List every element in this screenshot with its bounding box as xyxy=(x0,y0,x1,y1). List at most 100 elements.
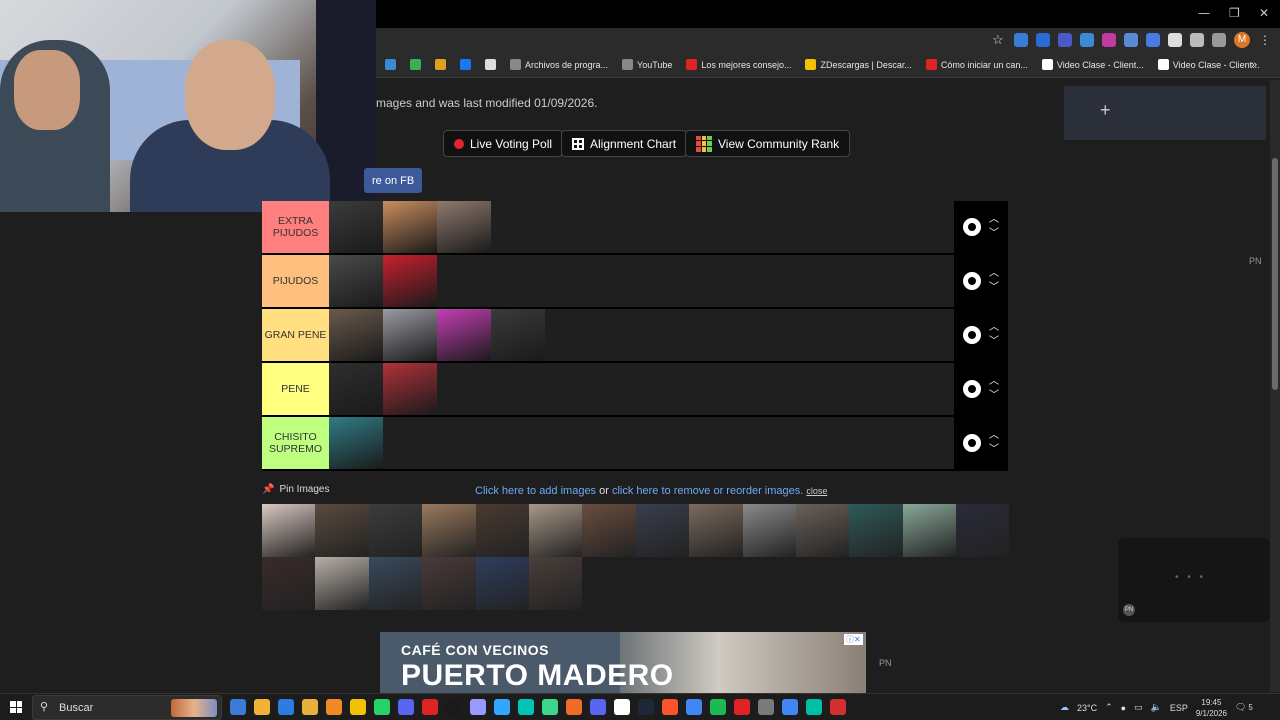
reading-list-icon[interactable] xyxy=(1212,33,1226,47)
extension-icon[interactable] xyxy=(1168,33,1182,47)
taskbar-app-icon[interactable] xyxy=(230,699,246,715)
bookmark-item[interactable]: Video Clase - Client... xyxy=(1041,59,1144,70)
profile-avatar[interactable]: M xyxy=(1234,32,1250,48)
ad-top-right[interactable] xyxy=(1064,86,1266,140)
tier-image-thumbnail[interactable] xyxy=(329,417,383,469)
taskbar-app-icon[interactable] xyxy=(806,699,822,715)
bookmark-item[interactable]: Archivos de progra... xyxy=(510,59,608,70)
tier-items[interactable] xyxy=(329,309,954,361)
taskbar-app-icon[interactable] xyxy=(734,699,750,715)
pool-image-thumbnail[interactable] xyxy=(422,504,476,557)
close-link[interactable]: close xyxy=(806,486,827,496)
tier-label[interactable]: PENE xyxy=(262,363,329,415)
taskbar-app-icon[interactable] xyxy=(830,699,846,715)
taskbar-app-icon[interactable] xyxy=(446,699,462,715)
menu-kebab-icon[interactable]: ⋮ xyxy=(1258,33,1272,47)
chevron-up-icon[interactable]: ︿ xyxy=(989,431,999,441)
pool-image-thumbnail[interactable] xyxy=(475,557,529,610)
chevron-down-icon[interactable]: ﹀ xyxy=(989,445,999,455)
bookmark-item[interactable]: ZDescargas | Descar... xyxy=(805,59,912,70)
pool-image-thumbnail[interactable] xyxy=(262,557,316,610)
gear-icon[interactable] xyxy=(963,272,981,290)
gear-icon[interactable] xyxy=(963,434,981,452)
clock[interactable]: 19:45 9/1/2026 xyxy=(1196,697,1227,719)
volume-icon[interactable]: 🔈 xyxy=(1151,702,1162,713)
taskbar-app-icon[interactable] xyxy=(326,699,342,715)
pool-image-thumbnail[interactable] xyxy=(795,504,850,557)
network-icon[interactable]: ▭ xyxy=(1134,702,1143,713)
chevron-up-icon[interactable]: ︿ xyxy=(989,215,999,225)
mic-icon[interactable]: ● xyxy=(1121,703,1126,713)
extension-icon[interactable] xyxy=(1124,33,1138,47)
extension-icon[interactable] xyxy=(1014,33,1028,47)
bookmark-item[interactable]: Los mejores consejo... xyxy=(686,59,791,70)
bookmark-icon[interactable] xyxy=(460,59,471,70)
windows-start-icon[interactable] xyxy=(10,701,22,713)
taskbar-app-icon[interactable] xyxy=(710,699,726,715)
pool-image-thumbnail[interactable] xyxy=(635,504,690,557)
tier-image-thumbnail[interactable] xyxy=(383,363,437,415)
bookmark-icon[interactable] xyxy=(435,59,446,70)
tier-image-thumbnail[interactable] xyxy=(329,201,383,253)
bookmark-icon[interactable] xyxy=(410,59,421,70)
pool-image-thumbnail[interactable] xyxy=(368,557,423,610)
pool-image-thumbnail[interactable] xyxy=(582,504,636,557)
taskbar-app-icon[interactable] xyxy=(254,699,270,715)
chevron-down-icon[interactable]: ﹀ xyxy=(989,337,999,347)
tier-image-thumbnail[interactable] xyxy=(329,309,383,361)
community-rank-button[interactable]: View Community Rank xyxy=(685,130,851,157)
extension-icon[interactable] xyxy=(1036,33,1050,47)
taskbar-app-icon[interactable] xyxy=(782,699,798,715)
chevron-down-icon[interactable]: ﹀ xyxy=(989,229,999,239)
gear-icon[interactable] xyxy=(963,218,981,236)
extension-icon[interactable] xyxy=(1058,33,1072,47)
tier-image-thumbnail[interactable] xyxy=(383,201,437,253)
remove-reorder-link[interactable]: click here to remove or reorder images. xyxy=(612,485,803,497)
add-images-link[interactable]: Click here to add images xyxy=(475,485,596,497)
pool-image-thumbnail[interactable] xyxy=(475,504,529,557)
taskbar-app-icon[interactable] xyxy=(374,699,390,715)
taskbar-app-icon[interactable] xyxy=(302,699,318,715)
pool-image-thumbnail[interactable] xyxy=(315,557,369,610)
pool-image-thumbnail[interactable] xyxy=(422,557,476,610)
tier-label[interactable]: PIJUDOS xyxy=(262,255,329,307)
star-bookmark-icon[interactable]: ☆ xyxy=(992,33,1006,47)
weather-icon[interactable]: ☁ xyxy=(1060,702,1069,713)
taskbar-app-icon[interactable] xyxy=(758,699,774,715)
tier-items[interactable] xyxy=(329,363,954,415)
taskbar-app-icon[interactable] xyxy=(518,699,534,715)
bookmark-icon[interactable] xyxy=(485,59,496,70)
taskbar-app-icon[interactable] xyxy=(614,699,630,715)
tier-image-thumbnail[interactable] xyxy=(491,309,545,361)
taskbar-app-icon[interactable] xyxy=(542,699,558,715)
taskbar-app-icon[interactable] xyxy=(470,699,486,715)
taskbar-app-icon[interactable] xyxy=(590,699,606,715)
extension-icon[interactable] xyxy=(1080,33,1094,47)
taskbar-app-icon[interactable] xyxy=(662,699,678,715)
tier-label[interactable]: EXTRA PIJUDOS xyxy=(262,201,329,253)
bottom-ad-banner[interactable]: CAFÉ CON VECINOS PUERTO MADERO xyxy=(380,632,866,694)
taskbar-app-icon[interactable] xyxy=(638,699,654,715)
taskbar-app-icon[interactable] xyxy=(350,699,366,715)
bookmark-icon[interactable] xyxy=(385,59,396,70)
page-scrollbar[interactable] xyxy=(1270,80,1280,692)
taskbar-app-icon[interactable] xyxy=(566,699,582,715)
alignment-chart-button[interactable]: Alignment Chart xyxy=(561,130,688,157)
chevron-up-icon[interactable]: ︿ xyxy=(989,323,999,333)
language-indicator[interactable]: ESP xyxy=(1170,703,1188,713)
pool-image-thumbnail[interactable] xyxy=(956,504,1010,557)
tier-image-thumbnail[interactable] xyxy=(383,309,437,361)
pool-image-thumbnail[interactable] xyxy=(368,504,423,557)
extension-icon[interactable] xyxy=(1102,33,1116,47)
chevron-up-icon[interactable]: ︿ xyxy=(989,269,999,279)
tier-label[interactable]: CHISITO SUPREMO xyxy=(262,417,329,469)
tier-image-thumbnail[interactable] xyxy=(437,201,491,253)
weather-temp[interactable]: 23°C xyxy=(1077,703,1097,713)
tier-image-thumbnail[interactable] xyxy=(437,309,491,361)
url-input[interactable] xyxy=(380,30,970,54)
minimize-button[interactable]: — xyxy=(1198,6,1210,20)
chevron-down-icon[interactable]: ﹀ xyxy=(989,391,999,401)
chevron-up-icon[interactable]: ︿ xyxy=(989,377,999,387)
pool-image-thumbnail[interactable] xyxy=(742,504,796,557)
bookmarks-more-button[interactable]: » xyxy=(1251,59,1257,71)
